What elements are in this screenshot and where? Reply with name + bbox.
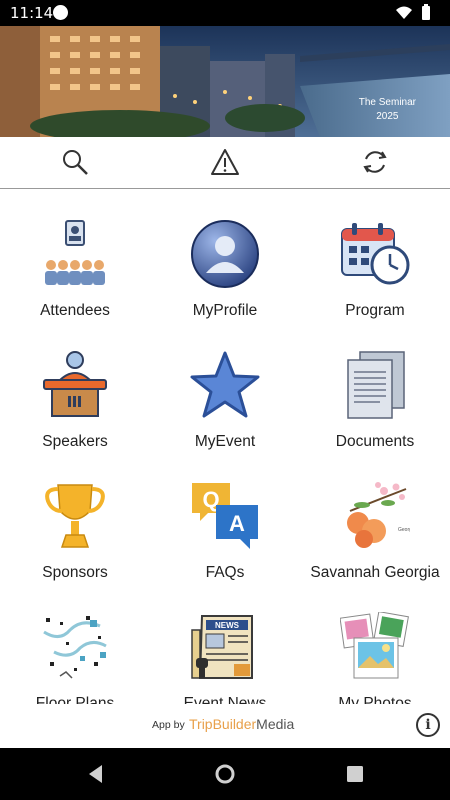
event-banner: The Seminar 2025 [0,26,450,137]
tile-savannah-georgia[interactable]: Georgia Savannah Georgia [300,451,450,581]
banner-caption: The Seminar 2025 [359,96,416,124]
svg-text:Georgia: Georgia [398,527,410,533]
tile-sponsors[interactable]: Sponsors [0,451,150,581]
documents-icon [340,350,410,420]
tile-speakers[interactable]: Speakers [0,320,150,450]
tile-program[interactable]: Program [300,189,450,319]
refresh-icon[interactable] [360,147,390,177]
tile-floor-plans[interactable]: Floor Plans [0,582,150,704]
svg-text:A: A [229,511,245,536]
tile-documents[interactable]: Documents [300,320,450,450]
tile-label: Event News [183,695,267,704]
tile-label: Floor Plans [35,695,115,704]
tile-my-photos[interactable]: My Photos [300,582,450,704]
app-by-text: App by [152,719,185,731]
tile-label: My Photos [338,695,412,704]
tile-attendees[interactable]: Attendees [0,189,150,319]
tile-event-news[interactable]: NEWS Event News [150,582,300,704]
notification-icon [53,5,68,20]
tile-label: Sponsors [42,564,108,581]
speaker-podium-icon [40,350,110,420]
trophy-icon [40,481,110,551]
photos-icon [339,611,410,682]
tile-faqs[interactable]: Q A FAQs [150,451,300,581]
system-icons [394,4,442,27]
floor-plan-icon [40,612,110,682]
brand-logo: TripBuilderMedia [189,716,294,732]
menu-grid: Attendees MyProfile Program Speakers MyE… [0,189,450,704]
recents-icon[interactable] [343,762,367,786]
status-bar: 11:14 [0,0,450,26]
calendar-clock-icon [340,219,410,289]
back-icon[interactable] [84,762,108,786]
profile-icon [190,219,260,289]
banner-year: 2025 [376,111,399,122]
info-icon[interactable]: i [416,713,440,737]
attendees-icon [40,219,110,289]
search-icon[interactable] [60,147,90,177]
tile-label: Program [345,302,405,319]
tile-label: Attendees [40,302,110,319]
home-icon[interactable] [213,762,237,786]
star-icon [190,350,260,420]
toolbar [0,137,450,189]
footer: App by TripBuilderMedia i [0,704,450,748]
tile-label: MyProfile [192,302,258,319]
tile-myprofile[interactable]: MyProfile [150,189,300,319]
newspaper-icon: NEWS [190,612,260,682]
brand-name-a: TripBuilder [189,716,257,732]
warning-icon[interactable] [210,147,240,177]
brand-name-b: Media [256,716,295,732]
tile-label: Speakers [42,433,108,450]
faq-icon: Q A [190,481,260,551]
tile-label: MyEvent [194,433,256,450]
peach-icon: Georgia [340,481,416,551]
banner-title: The Seminar [358,97,416,108]
tile-myevent[interactable]: MyEvent [150,320,300,450]
svg-text:NEWS: NEWS [215,621,240,630]
android-nav-bar [0,748,450,800]
tile-label: Savannah Georgia [310,564,440,581]
tile-label: Documents [335,433,415,450]
tile-label: FAQs [205,564,245,581]
status-time: 11:14 [10,4,54,22]
